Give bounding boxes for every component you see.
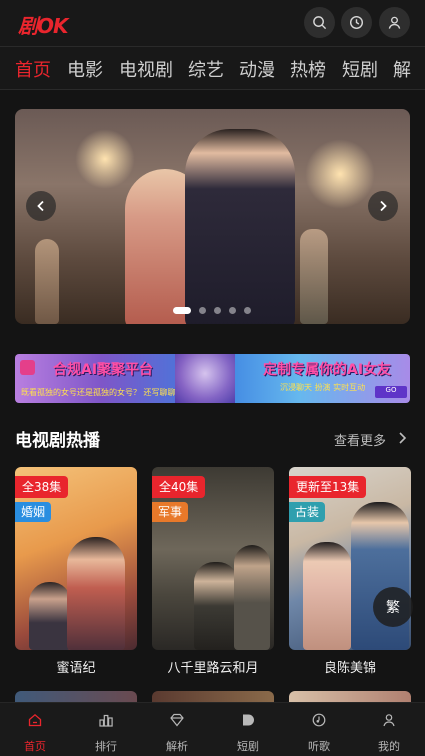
banner-dot[interactable] [214, 306, 221, 314]
search-button[interactable] [304, 7, 335, 38]
bottom-nav-label: 排行 [95, 740, 117, 753]
user-button[interactable] [379, 7, 410, 38]
app-logo[interactable]: 剧OK [18, 10, 68, 39]
tab-anime[interactable]: 动漫 [239, 56, 275, 82]
tab-home[interactable]: 首页 [15, 56, 51, 82]
ad-go-button[interactable]: GO [375, 386, 407, 398]
ad-banner[interactable]: 合规AI聚聚平台 定制专属你的AI女友 既看孤独的女号还是孤独的女号？ 还写聊聊… [15, 354, 410, 403]
tab-variety[interactable]: 综艺 [188, 56, 224, 82]
see-more-link[interactable]: 查看更多 [334, 430, 386, 449]
episode-badge: 更新至13集 [289, 476, 367, 498]
bottom-nav-analysis[interactable]: 解析 [147, 703, 207, 756]
search-icon [313, 16, 327, 30]
bottom-nav-short-drama[interactable]: 短剧 [218, 703, 278, 756]
bottom-nav-profile[interactable]: 我的 [359, 703, 419, 756]
episode-badge: 全40集 [152, 476, 206, 498]
top-header: 剧OK [0, 0, 425, 46]
bottom-nav-ranking[interactable]: 排行 [76, 703, 136, 756]
bottom-nav-label: 我的 [378, 740, 400, 753]
banner-lantern [305, 139, 375, 209]
home-icon [28, 713, 42, 727]
play-icon [243, 714, 254, 726]
bottom-navigation: 首页 排行 解析 短剧 听歌 我的 [0, 702, 425, 756]
chevron-right-icon[interactable] [397, 431, 407, 445]
tab-tv-series[interactable]: 电视剧 [119, 56, 173, 82]
banner-dot[interactable] [173, 306, 191, 314]
user-icon [388, 16, 401, 29]
tab-analysis[interactable]: 解 [393, 56, 411, 82]
hero-banner[interactable] [15, 109, 410, 324]
tab-movies[interactable]: 电影 [67, 56, 103, 82]
poster-figure [351, 502, 409, 650]
section-title: 电视剧热播 [15, 431, 100, 451]
bottom-nav-music[interactable]: 听歌 [289, 703, 349, 756]
poster-figure [234, 545, 270, 650]
poster-figure [29, 582, 71, 650]
banner-figure [185, 129, 295, 324]
bottom-nav-label: 解析 [166, 740, 188, 753]
banner-figure [35, 239, 59, 324]
poster-figure [303, 542, 351, 650]
tab-hot-list[interactable]: 热榜 [290, 56, 326, 82]
genre-badge: 军事 [152, 502, 189, 522]
ad-subtitle-left: 既看孤独的女号还是孤独的女号？ 还写聊聊 [21, 388, 176, 397]
bottom-nav-home[interactable]: 首页 [5, 703, 65, 756]
drama-card[interactable]: 全38集 婚姻 [15, 467, 137, 650]
music-icon [312, 713, 326, 727]
banner-pagination [173, 306, 251, 314]
banner-lantern [75, 129, 135, 189]
traditional-chinese-toggle[interactable]: 繁 [373, 587, 413, 627]
drama-title[interactable]: 蜜语纪 [15, 657, 137, 676]
banner-dot[interactable] [229, 306, 236, 314]
history-icon [349, 15, 364, 30]
ad-logo-icon [20, 360, 35, 375]
diamond-icon [170, 713, 184, 727]
banner-dot[interactable] [244, 306, 251, 314]
bottom-nav-label: 首页 [24, 740, 46, 753]
banner-figure [300, 229, 328, 324]
bottom-nav-label: 听歌 [308, 740, 330, 753]
drama-card[interactable]: 全40集 军事 [152, 467, 274, 650]
category-tabs: 首页 电影 电视剧 综艺 动漫 热榜 短剧 解 [0, 46, 425, 90]
profile-icon [383, 714, 395, 727]
ad-subtitle-right: 沉浸聊天 扮演 实时互动 [280, 383, 366, 392]
chevron-left-icon [37, 200, 44, 212]
ad-headline-right: 定制专属你的AI女友 [263, 362, 392, 378]
banner-next-button[interactable] [368, 191, 398, 221]
poster-figure [67, 537, 125, 650]
poster-figure [194, 562, 238, 650]
ad-illustration [175, 354, 235, 403]
tab-short-drama[interactable]: 短剧 [342, 56, 378, 82]
drama-title[interactable]: 八千里路云和月 [152, 657, 274, 676]
history-button[interactable] [341, 7, 372, 38]
banner-prev-button[interactable] [26, 191, 56, 221]
bottom-nav-label: 短剧 [237, 740, 259, 753]
chevron-right-icon [380, 200, 387, 212]
drama-title[interactable]: 良陈美锦 [289, 657, 411, 676]
genre-badge: 古装 [289, 502, 326, 522]
banner-dot[interactable] [199, 306, 206, 314]
genre-badge: 婚姻 [15, 502, 52, 522]
episode-badge: 全38集 [15, 476, 69, 498]
ad-headline-left: 合规AI聚聚平台 [53, 362, 154, 378]
ranking-icon [99, 714, 113, 727]
